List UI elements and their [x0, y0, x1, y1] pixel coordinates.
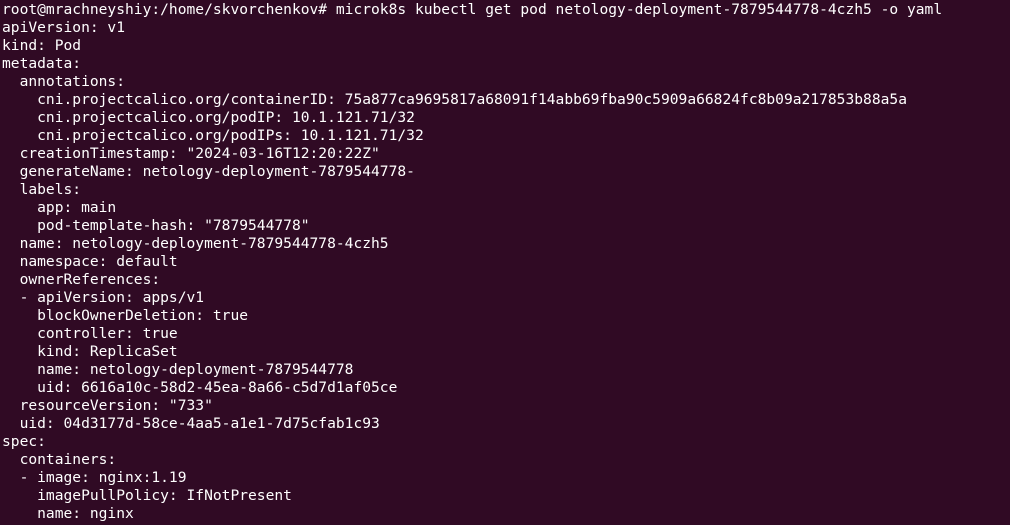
output-line: creationTimestamp: "2024-03-16T12:20:22Z… [2, 145, 380, 162]
output-line: - image: nginx:1.19 [2, 469, 187, 486]
output-line: generateName: netology-deployment-787954… [2, 163, 415, 180]
output-line: resourceVersion: "733" [2, 397, 213, 414]
output-line: uid: 6616a10c-58d2-45ea-8a66-c5d7d1af05c… [2, 379, 398, 396]
terminal-window[interactable]: root@mrachneyshiy:/home/skvorchenkov# mi… [0, 0, 1010, 525]
output-line: controller: true [2, 325, 178, 342]
output-line: kind: Pod [2, 37, 82, 54]
output-line: - apiVersion: apps/v1 [2, 289, 205, 306]
output-line: labels: [2, 181, 82, 198]
output-line: app: main [2, 199, 117, 216]
output-line: apiVersion: v1 [2, 19, 126, 36]
output-line: name: nginx [2, 505, 134, 522]
output-line: imagePullPolicy: IfNotPresent [2, 487, 292, 504]
command-prompt-line: root@mrachneyshiy:/home/skvorchenkov# mi… [2, 1, 943, 18]
output-line: blockOwnerDeletion: true [2, 307, 249, 324]
output-line: ownerReferences: [2, 271, 161, 288]
output-line: spec: [2, 433, 46, 450]
output-line: containers: [2, 451, 117, 468]
output-line: namespace: default [2, 253, 178, 270]
output-line: metadata: [2, 55, 82, 72]
output-line: cni.projectcalico.org/containerID: 75a87… [2, 91, 907, 108]
output-line: cni.projectcalico.org/podIPs: 10.1.121.7… [2, 127, 424, 144]
output-line: uid: 04d3177d-58ce-4aa5-a1e1-7d75cfab1c9… [2, 415, 380, 432]
output-line: pod-template-hash: "7879544778" [2, 217, 310, 234]
output-line: name: netology-deployment-7879544778-4cz… [2, 235, 389, 252]
output-line: name: netology-deployment-7879544778 [2, 361, 354, 378]
output-line: cni.projectcalico.org/podIP: 10.1.121.71… [2, 109, 415, 126]
terminal-output: root@mrachneyshiy:/home/skvorchenkov# mi… [2, 1, 942, 523]
output-line: kind: ReplicaSet [2, 343, 178, 360]
output-line: annotations: [2, 73, 126, 90]
